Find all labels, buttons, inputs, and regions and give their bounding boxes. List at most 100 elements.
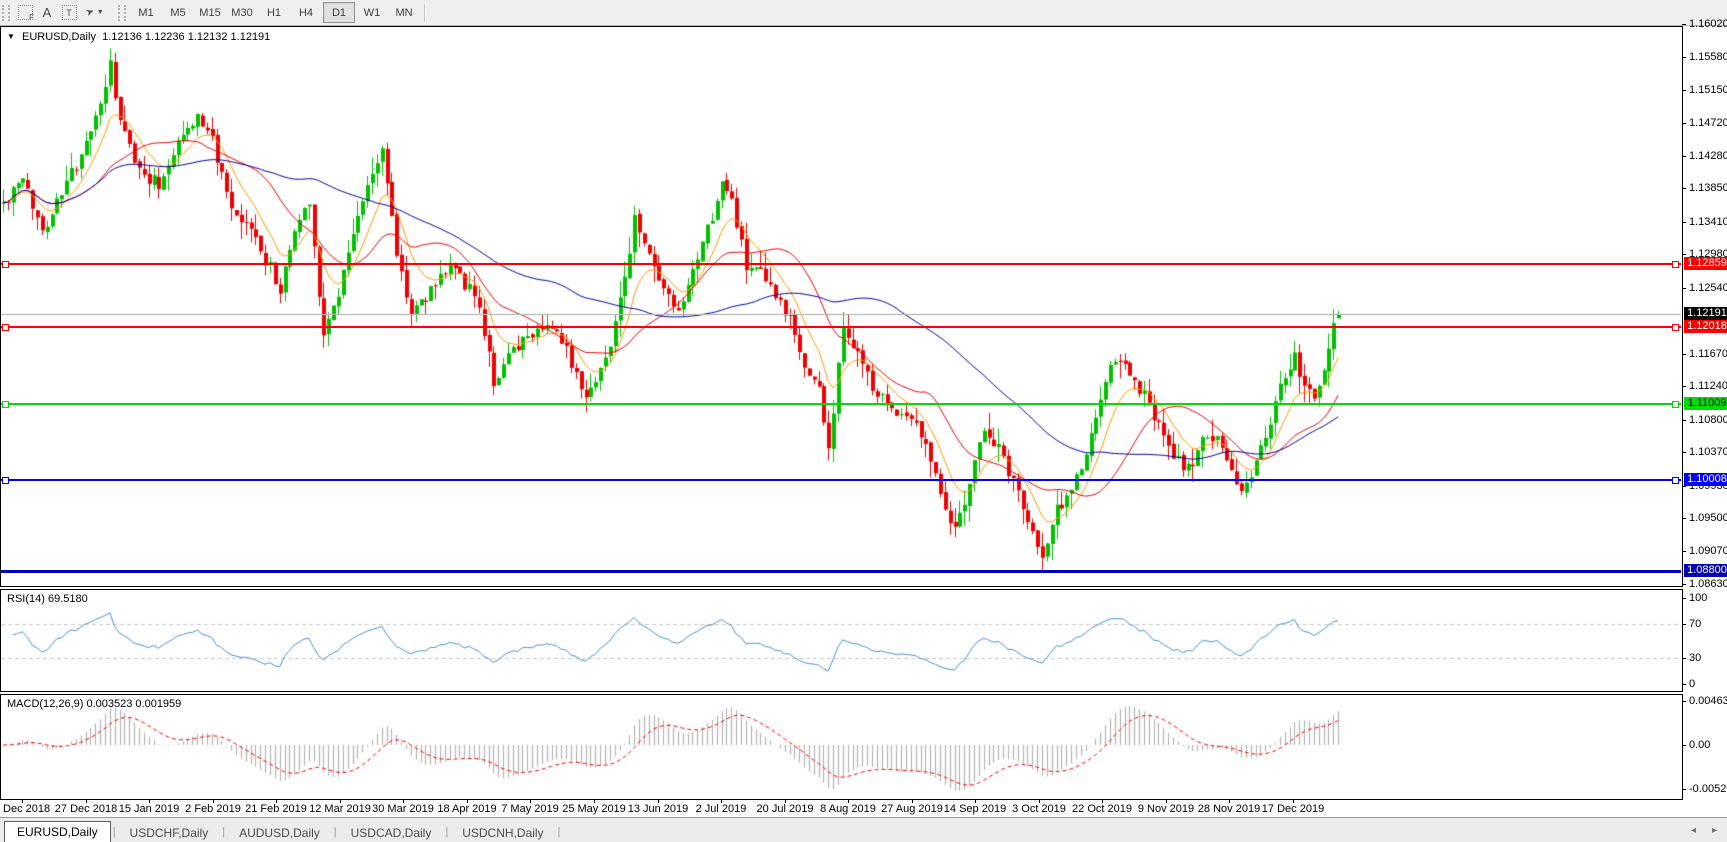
price-tick-label: 1.09500 (1689, 512, 1727, 524)
price-tick-mark (1682, 156, 1686, 157)
timeframe-button-w1[interactable]: W1 (357, 3, 387, 22)
mt4-window: { "toolbar": { "tools": [ {"name": "fibo… (0, 0, 1727, 841)
price-tick-mark (1682, 452, 1686, 453)
price-tick-label: 1.16020 (1689, 18, 1727, 30)
price-tick-mark (1682, 354, 1686, 355)
toolbar-grip-2[interactable] (118, 5, 126, 21)
rsi-label: RSI(14) 69.5180 (7, 593, 88, 605)
price-tick-label: 1.12540 (1689, 282, 1727, 294)
date-label: 9 Nov 2019 (1138, 803, 1194, 815)
timeframe-button-mn[interactable]: MN (389, 3, 419, 22)
price-tick-mark (1682, 518, 1686, 519)
tab-separator: | (556, 826, 563, 838)
date-label: 18 Apr 2019 (437, 803, 496, 815)
chevron-down-icon: ▼ (97, 9, 104, 16)
timeframe-button-m5[interactable]: M5 (163, 3, 193, 22)
date-label: 2 Jul 2019 (696, 803, 747, 815)
text-tool-icon[interactable]: A (36, 3, 58, 23)
timeframe-button-h4[interactable]: H4 (291, 3, 321, 22)
tab-usdcad[interactable]: USDCAD,Daily (339, 823, 444, 842)
price-tick-label: 1.13850 (1689, 182, 1727, 194)
price-tick-mark (1682, 123, 1686, 124)
date-label: 8 Aug 2019 (820, 803, 876, 815)
level-price-label: 1.11009 (1684, 397, 1727, 410)
level-handle[interactable] (1672, 477, 1679, 484)
tabs-holder: EURUSD,Daily|USDCHF,Daily|AUDUSD,Daily|U… (0, 821, 562, 842)
date-label: 22 Oct 2019 (1072, 803, 1132, 815)
price-tick-mark (1682, 222, 1686, 223)
date-label: 20 Jul 2019 (757, 803, 814, 815)
level-price-label: 1.10008 (1684, 473, 1727, 486)
level-handle[interactable] (1672, 324, 1679, 331)
level-handle[interactable] (2, 401, 9, 408)
price-tick-mark (1682, 188, 1686, 189)
macd-tick-mark (1682, 789, 1686, 790)
horizontal-level-line[interactable] (1, 403, 1681, 405)
arrows-tool-icon[interactable]: ➤ ▼ (80, 3, 110, 23)
tab-usdcnh[interactable]: USDCNH,Daily (450, 823, 555, 842)
level-handle[interactable] (1672, 261, 1679, 268)
text-label-tool-icon[interactable]: T (58, 3, 80, 23)
price-tick-label: 1.11240 (1689, 380, 1727, 392)
level-handle[interactable] (2, 477, 9, 484)
timeframe-button-h1[interactable]: H1 (259, 3, 289, 22)
price-tick-label: 1.08630 (1689, 578, 1727, 590)
date-label: 21 Feb 2019 (245, 803, 307, 815)
tab-usdchf[interactable]: USDCHF,Daily (118, 823, 221, 842)
price-tick-mark (1682, 420, 1686, 421)
main-chart-panel[interactable] (0, 26, 1683, 587)
arrow-glyph: ➤ (85, 6, 97, 19)
collapse-triangle-icon[interactable]: ▼ (7, 32, 15, 41)
price-tick-mark (1682, 254, 1686, 255)
macd-tick-label: 0.00 (1689, 739, 1710, 751)
scroll-right-icon[interactable]: ▸ (1712, 825, 1717, 836)
price-tick-label: 1.09070 (1689, 545, 1727, 557)
level-handle[interactable] (2, 261, 9, 268)
scroll-left-icon[interactable]: ◂ (1691, 825, 1696, 836)
macd-tick-mark (1682, 701, 1686, 702)
rsi-tick-mark (1682, 598, 1686, 599)
tab-audusd[interactable]: AUDUSD,Daily (227, 823, 332, 842)
date-label: 2 Feb 2019 (185, 803, 241, 815)
tab-scroll-buttons: ◂ ▸ (1691, 825, 1717, 836)
timeframe-button-m15[interactable]: M15 (195, 3, 225, 22)
price-tick-mark (1682, 486, 1686, 487)
rsi-panel[interactable] (0, 589, 1683, 692)
horizontal-level-line[interactable] (1, 326, 1681, 328)
price-tick-mark (1682, 288, 1686, 289)
timeframe-button-d1[interactable]: D1 (323, 2, 355, 23)
price-tick-mark (1682, 551, 1686, 552)
date-label: 3 Oct 2019 (1012, 803, 1066, 815)
chart-title: ▼ EURUSD,Daily 1.12136 1.12236 1.12132 1… (7, 31, 270, 43)
price-tick-label: 1.10800 (1689, 414, 1727, 426)
horizontal-level-line[interactable] (1, 263, 1681, 265)
horizontal-level-line[interactable] (1, 570, 1681, 573)
top-toolbar: F A T ➤ ▼ M1M5M15M30H1H4D1W1MN (0, 0, 1727, 26)
timeframe-group: M1M5M15M30H1H4D1W1MN (130, 2, 420, 23)
price-tick-mark (1682, 57, 1686, 58)
price-tick-label: 1.14280 (1689, 150, 1727, 162)
price-tick-label: 1.10370 (1689, 446, 1727, 458)
rsi-tick-mark (1682, 624, 1686, 625)
date-label: 27 Dec 2018 (55, 803, 117, 815)
macd-tick-label: -0.005299 (1689, 783, 1727, 795)
toolbar-grip[interactable] (2, 5, 10, 21)
dotted-box: T (62, 5, 77, 20)
tab-eurusd[interactable]: EURUSD,Daily (4, 821, 111, 842)
date-label: 25 May 2019 (562, 803, 626, 815)
price-tick-mark (1682, 90, 1686, 91)
macd-panel[interactable] (0, 694, 1683, 800)
level-handle[interactable] (2, 324, 9, 331)
level-price-label: 1.12018 (1684, 320, 1727, 333)
macd-label: MACD(12,26,9) 0.003523 0.001959 (7, 698, 181, 710)
price-tick-label: 1.14720 (1689, 117, 1727, 129)
date-label: 7 May 2019 (501, 803, 558, 815)
timeframe-button-m1[interactable]: M1 (131, 3, 161, 22)
horizontal-level-line[interactable] (1, 479, 1681, 481)
tab-separator: | (443, 826, 450, 838)
level-handle[interactable] (1672, 401, 1679, 408)
timeframe-button-m30[interactable]: M30 (227, 3, 257, 22)
rsi-tick-mark (1682, 684, 1686, 685)
fibonacci-tool-icon[interactable]: F (14, 3, 36, 23)
fibonacci-tool-letter: F (29, 13, 34, 22)
